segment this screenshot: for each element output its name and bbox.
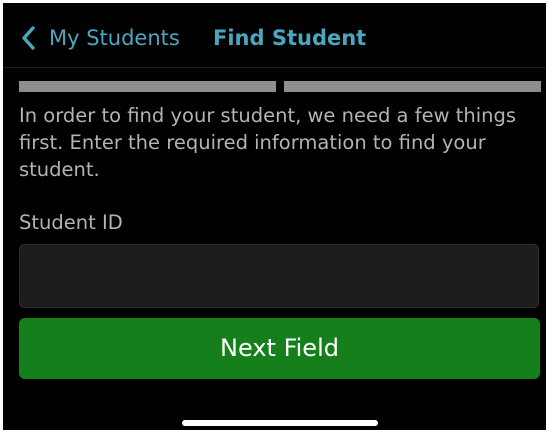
- back-button-label: My Students: [49, 26, 180, 50]
- back-button[interactable]: My Students: [19, 23, 180, 53]
- app-screen: My Students Find Student In order to fin…: [3, 3, 546, 430]
- student-id-label: Student ID: [19, 211, 123, 234]
- home-indicator[interactable]: [182, 420, 378, 426]
- chevron-left-icon: [22, 26, 35, 50]
- page-title: Find Student: [213, 26, 367, 50]
- navigation-bar: My Students Find Student: [3, 3, 546, 67]
- progress-step-2: [284, 81, 541, 92]
- student-id-field[interactable]: [19, 244, 539, 308]
- next-field-button[interactable]: Next Field: [19, 318, 540, 379]
- instructions-text: In order to find your student, we need a…: [19, 104, 517, 181]
- progress-step-1: [19, 81, 276, 92]
- nav-divider: [3, 67, 546, 68]
